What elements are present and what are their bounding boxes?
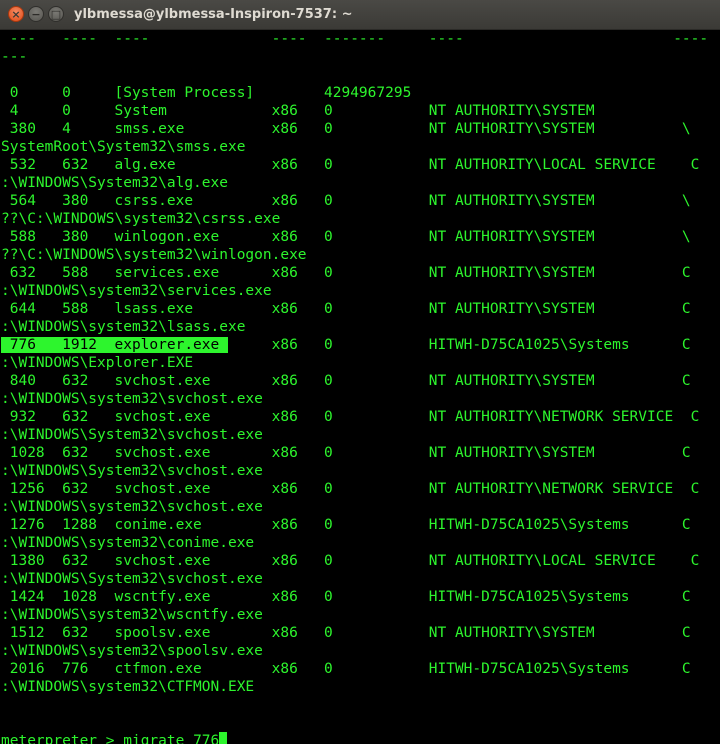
terminal-line: :\WINDOWS\system32\wscntfy.exe (1, 607, 263, 623)
terminal-line: :\WINDOWS\System32\svchost.exe (1, 571, 263, 587)
terminal-line: 588 380 winlogon.exe x86 0 NT AUTHORITY\… (1, 229, 691, 245)
terminal-line: 2016 776 ctfmon.exe x86 0 HITWH-D75CA102… (1, 661, 691, 677)
terminal-line: :\WINDOWS\System32\svchost.exe (1, 463, 263, 479)
terminal-line: 1256 632 svchost.exe x86 0 NT AUTHORITY\… (1, 481, 700, 497)
terminal-line: :\WINDOWS\system32\svchost.exe (1, 391, 263, 407)
terminal-line: :\WINDOWS\Explorer.EXE (1, 355, 194, 371)
terminal-line: :\WINDOWS\system32\spoolsv.exe (1, 643, 263, 659)
terminal-line: ??\C:\WINDOWS\system32\csrss.exe (1, 211, 281, 227)
terminal-line: 532 632 alg.exe x86 0 NT AUTHORITY\LOCAL… (1, 157, 700, 173)
selected-text: 776 1912 explorer.exe (1, 337, 228, 353)
close-icon[interactable]: × (8, 6, 24, 22)
terminal-line: --- (1, 49, 28, 65)
title-bar[interactable]: × − □ ylbmessa@ylbmessa-Inspiron-7537: ~ (0, 0, 720, 30)
row-rest-text: x86 0 HITWH-D75CA1025\Systems C (227, 337, 691, 353)
prompt-line: meterpreter > migrate 776 (1, 732, 228, 744)
maximize-icon[interactable]: □ (48, 6, 64, 22)
terminal-window: × − □ ylbmessa@ylbmessa-Inspiron-7537: ~… (0, 0, 720, 744)
terminal-line: :\WINDOWS\system32\lsass.exe (1, 319, 246, 335)
prompt-separator: > (97, 733, 124, 744)
terminal-line: ??\C:\WINDOWS\system32\winlogon.exe (1, 247, 307, 263)
terminal-line: 380 4 smss.exe x86 0 NT AUTHORITY\SYSTEM… (1, 121, 691, 137)
terminal-line: 840 632 svchost.exe x86 0 NT AUTHORITY\S… (1, 373, 691, 389)
cursor (219, 732, 228, 744)
terminal-line: 564 380 csrss.exe x86 0 NT AUTHORITY\SYS… (1, 193, 691, 209)
window-title: ylbmessa@ylbmessa-Inspiron-7537: ~ (74, 7, 353, 22)
terminal-line: 1380 632 svchost.exe x86 0 NT AUTHORITY\… (1, 553, 700, 569)
terminal-line: 644 588 lsass.exe x86 0 NT AUTHORITY\SYS… (1, 301, 691, 317)
terminal-line: 1028 632 svchost.exe x86 0 NT AUTHORITY\… (1, 445, 691, 461)
terminal-line: :\WINDOWS\System32\svchost.exe (1, 427, 263, 443)
terminal-line: 0 0 [System Process] 4294967295 (1, 85, 412, 101)
terminal-line: 932 632 svchost.exe x86 0 NT AUTHORITY\N… (1, 409, 700, 425)
terminal-line: 1276 1288 conime.exe x86 0 HITWH-D75CA10… (1, 517, 691, 533)
highlighted-process-row: 776 1912 explorer.exe x86 0 HITWH-D75CA1… (1, 336, 691, 354)
terminal-line: :\WINDOWS\System32\alg.exe (1, 175, 228, 191)
terminal-line: :\WINDOWS\system32\services.exe (1, 283, 272, 299)
terminal-line: 1512 632 spoolsv.exe x86 0 NT AUTHORITY\… (1, 625, 691, 641)
window-controls: × − □ (8, 6, 64, 22)
terminal-line: 632 588 services.exe x86 0 NT AUTHORITY\… (1, 265, 691, 281)
prompt-label: meterpreter (1, 733, 98, 744)
terminal-output[interactable]: --- ---- ---- ---- ------- ---- ---- --- … (0, 30, 720, 744)
terminal-line: :\WINDOWS\system32\svchost.exe (1, 499, 263, 515)
terminal-line: :\WINDOWS\system32\CTFMON.EXE (1, 679, 255, 695)
terminal-line: 1424 1028 wscntfy.exe x86 0 HITWH-D75CA1… (1, 589, 691, 605)
terminal-line: SystemRoot\System32\smss.exe (1, 139, 246, 155)
terminal-line: 4 0 System x86 0 NT AUTHORITY\SYSTEM (1, 103, 595, 119)
terminal-line: :\WINDOWS\system32\conime.exe (1, 535, 255, 551)
command-input[interactable]: migrate 776 (123, 733, 219, 744)
terminal-line: --- ---- ---- ---- ------- ---- ---- (1, 31, 709, 47)
minimize-icon[interactable]: − (28, 6, 44, 22)
